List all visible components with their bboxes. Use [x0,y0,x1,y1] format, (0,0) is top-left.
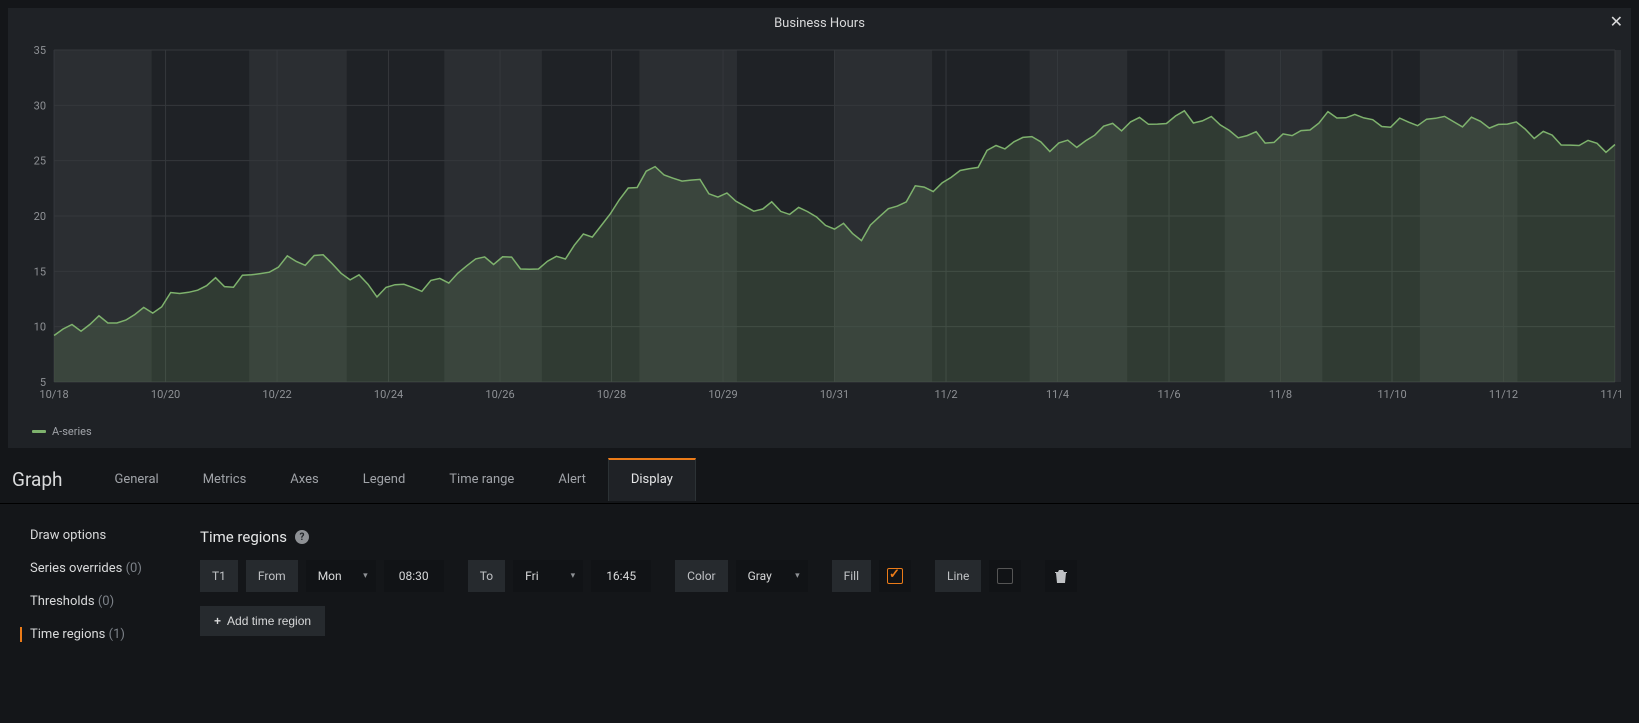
plus-icon: + [214,614,221,628]
region-badge: T1 [200,560,238,592]
side-item-draw-options[interactable]: Draw options [20,528,160,543]
time-region-row: T1 From Mon To Fri Color Gray Fill Line [200,560,1619,592]
add-time-region-button[interactable]: + Add time region [200,606,325,636]
svg-text:10/31: 10/31 [820,388,849,401]
editor-body: Draw options Series overrides (0) Threshol… [0,504,1639,666]
editor-side-list: Draw options Series overrides (0) Threshol… [20,528,160,642]
svg-text:10/18: 10/18 [39,388,68,401]
line-checkbox[interactable] [989,560,1021,592]
side-item-series-overrides[interactable]: Series overrides (0) [20,561,160,576]
tab-metrics[interactable]: Metrics [181,458,269,501]
time-regions-section: Time regions ? T1 From Mon To Fri Color … [200,528,1619,642]
add-time-region-label: Add time region [227,614,311,628]
chart-legend[interactable]: A-series [32,425,92,438]
legend-swatch [32,430,46,433]
help-icon[interactable]: ? [295,530,309,544]
svg-text:11/6: 11/6 [1157,388,1180,401]
svg-text:11/10: 11/10 [1377,388,1406,401]
to-label: To [468,560,505,592]
fill-label: Fill [832,560,871,592]
tab-axes[interactable]: Axes [268,458,340,501]
svg-text:10/24: 10/24 [374,388,403,401]
svg-text:10/26: 10/26 [485,388,514,401]
tab-general[interactable]: General [92,458,180,501]
tab-display[interactable]: Display [608,458,696,501]
panel-title: Business Hours [8,8,1631,39]
svg-text:30: 30 [34,99,46,112]
svg-text:11/4: 11/4 [1046,388,1069,401]
trash-icon [1055,570,1067,583]
svg-text:11/14: 11/14 [1600,388,1621,401]
legend-series-label: A-series [52,425,92,438]
delete-region-button[interactable] [1045,560,1077,592]
from-time-input[interactable] [384,560,444,592]
svg-text:20: 20 [34,210,46,223]
section-title: Time regions ? [200,528,1619,546]
side-item-thresholds[interactable]: Thresholds (0) [20,594,160,609]
svg-text:15: 15 [34,265,46,278]
to-day-select[interactable]: Fri [513,560,583,592]
svg-text:11/8: 11/8 [1269,388,1292,401]
from-day-select[interactable]: Mon [306,560,376,592]
tab-legend[interactable]: Legend [341,458,428,501]
color-select[interactable]: Gray [736,560,808,592]
chart-area[interactable]: 510152025303510/1810/2010/2210/2410/2610… [18,46,1621,402]
svg-text:25: 25 [34,155,46,168]
section-title-text: Time regions [200,528,287,546]
panel-editor: Graph GeneralMetricsAxesLegendTime range… [0,456,1639,666]
svg-text:10/20: 10/20 [151,388,180,401]
line-label: Line [935,560,981,592]
tab-time-range[interactable]: Time range [427,458,536,501]
svg-text:35: 35 [34,46,46,57]
tab-alert[interactable]: Alert [536,458,608,501]
close-editor-button[interactable]: ✕ [1610,12,1623,31]
svg-text:10/22: 10/22 [262,388,291,401]
graph-panel: Business Hours 510152025303510/1810/2010… [8,8,1631,448]
color-label: Color [675,560,727,592]
editor-header: Graph GeneralMetricsAxesLegendTime range… [0,456,1639,504]
to-time-input[interactable] [591,560,651,592]
svg-text:11/12: 11/12 [1489,388,1518,401]
svg-text:10/29: 10/29 [708,388,737,401]
svg-text:10: 10 [34,321,46,334]
editor-type-label: Graph [12,468,62,491]
fill-checkbox[interactable] [879,560,911,592]
from-label: From [246,560,298,592]
side-item-time-regions[interactable]: Time regions (1) [20,627,160,642]
svg-text:10/28: 10/28 [597,388,626,401]
svg-text:11/2: 11/2 [934,388,957,401]
